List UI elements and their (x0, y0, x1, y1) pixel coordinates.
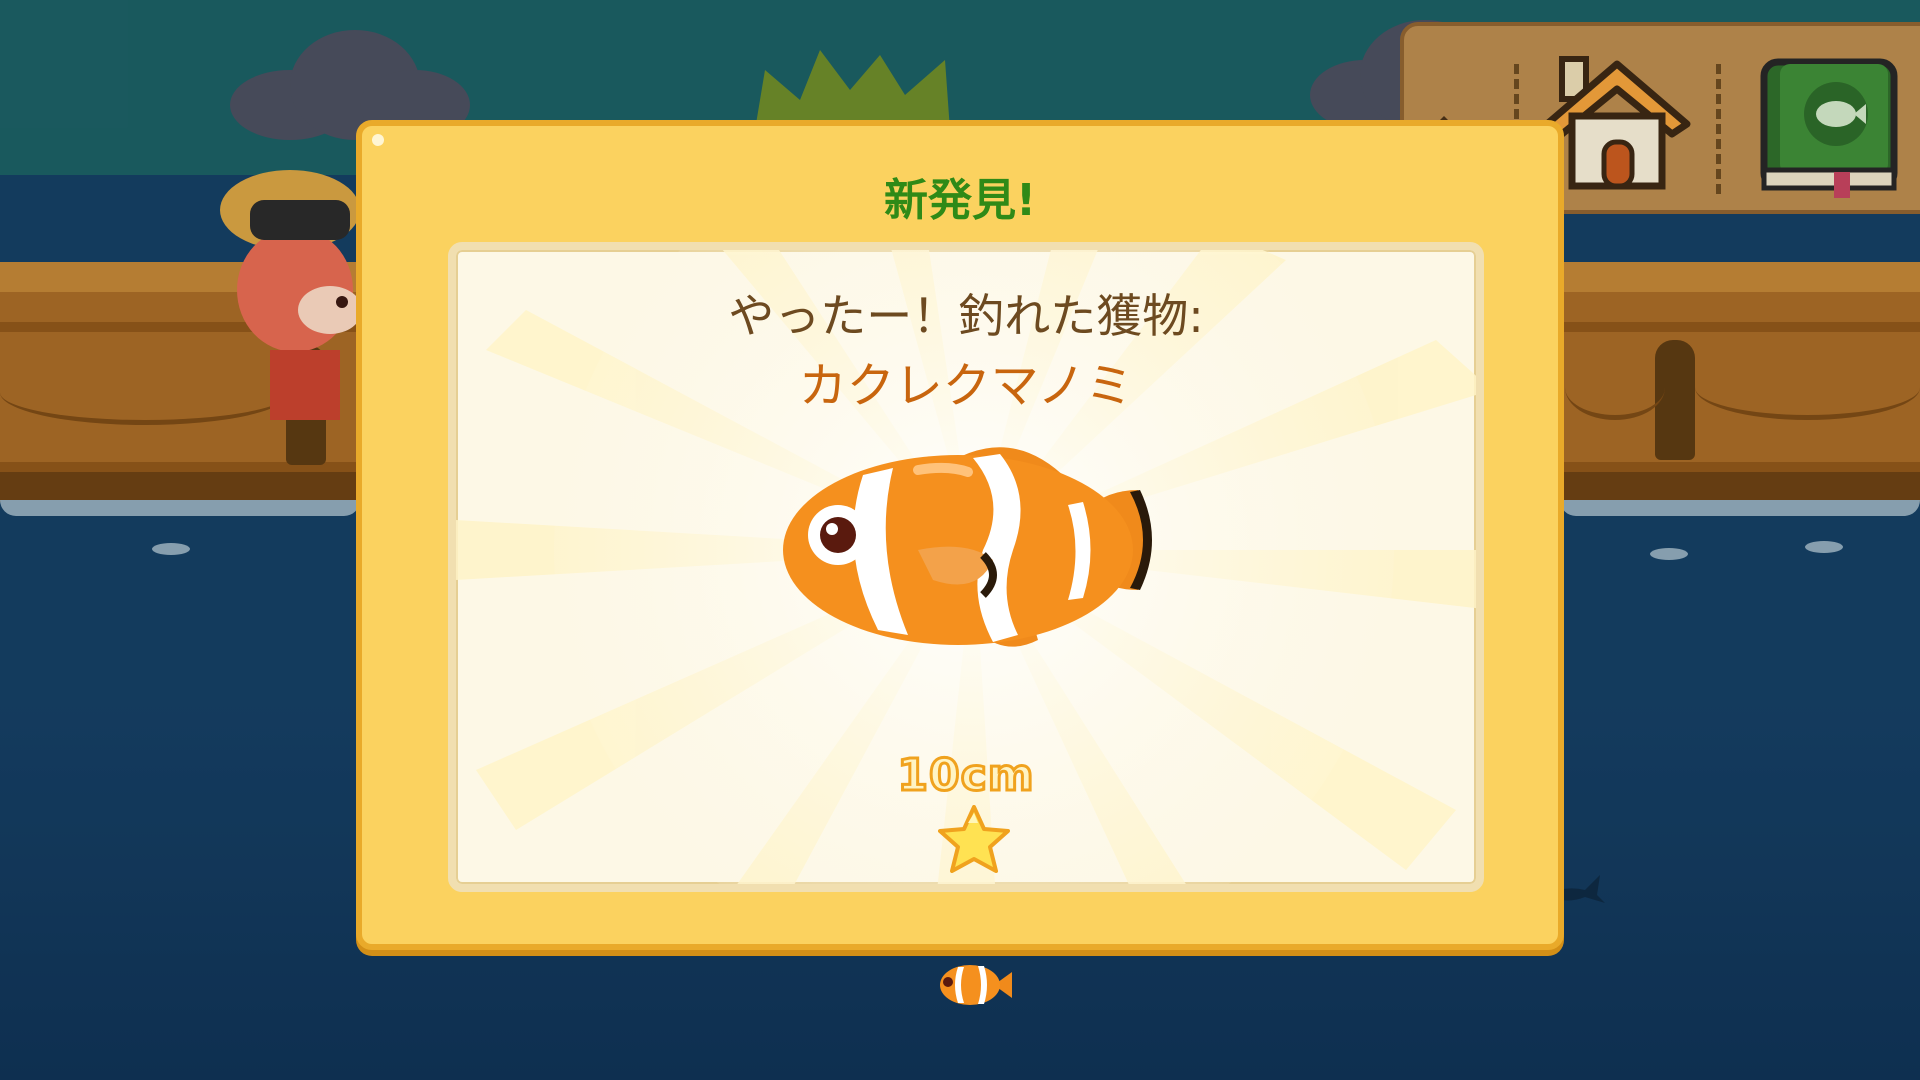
dialog-title: 新発見! (883, 175, 1037, 226)
new-discovery-dialog: 新発見! やったー！釣れた獲物: カクレクマノミ 10cm (356, 120, 1564, 950)
clownfish-icon (783, 447, 1152, 647)
catch-panel: やったー！釣れた獲物: カクレクマノミ 10cm (448, 242, 1484, 892)
game-scene: 新発見! やったー！釣れた獲物: カクレクマノミ 10cm (0, 0, 1920, 1080)
catch-message: やったー！釣れた獲物: (728, 289, 1204, 343)
hooked-fish-icon (940, 965, 1012, 1005)
dialog-shine (372, 134, 384, 146)
fish-name: カクレクマノミ (798, 358, 1134, 414)
star-icon (938, 805, 1010, 873)
fish-size: 10cm (896, 749, 1035, 803)
